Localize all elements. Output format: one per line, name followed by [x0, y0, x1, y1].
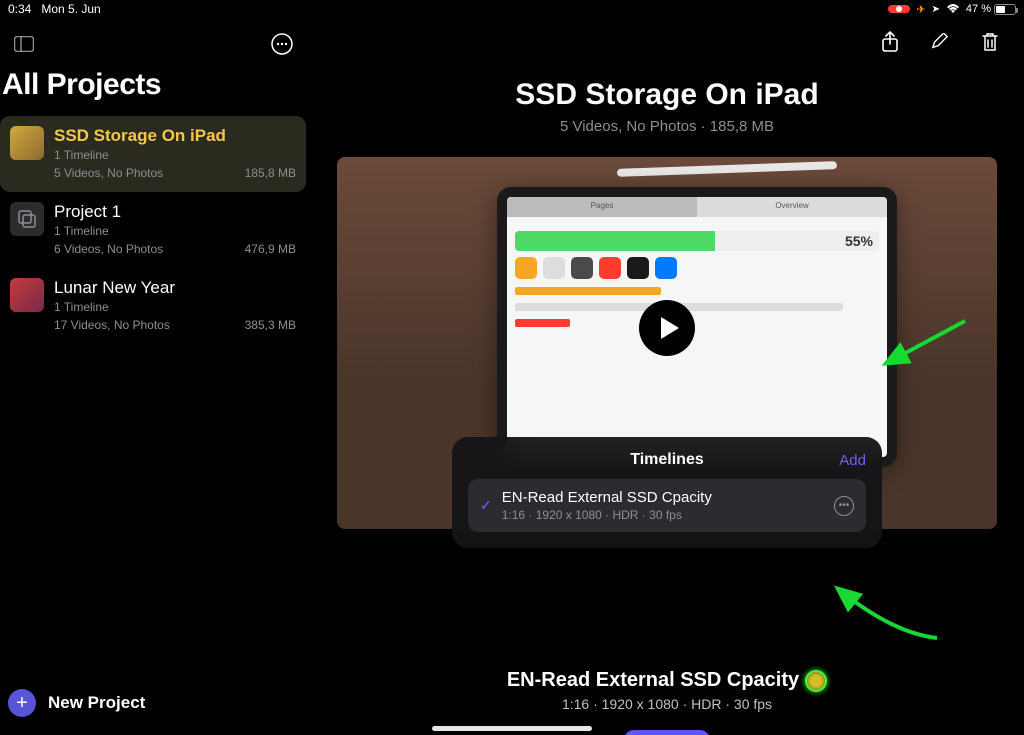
- sidebar: All Projects SSD Storage On iPad 1 Timel…: [0, 18, 310, 735]
- timeline-item[interactable]: ✓ EN-Read External SSD Cpacity 1:16 · 19…: [468, 479, 866, 532]
- timelines-panel: Timelines Add ✓ EN-Read External SSD Cpa…: [452, 437, 882, 548]
- timeline-more-icon[interactable]: •••: [834, 496, 854, 516]
- share-icon[interactable]: [876, 28, 904, 56]
- project-item-lunar[interactable]: Lunar New Year 1 Timeline 17 Videos, No …: [0, 268, 306, 344]
- more-icon[interactable]: [268, 30, 296, 58]
- ipad-mockup: Pages Overview 55%: [497, 187, 897, 467]
- project-timeline-count: 1 Timeline: [54, 298, 296, 316]
- project-title: Lunar New Year: [54, 278, 296, 298]
- sidebar-toggle-icon[interactable]: [10, 30, 38, 58]
- battery-icon: [994, 4, 1016, 15]
- project-title: Project 1: [54, 202, 296, 222]
- sidebar-title: All Projects: [0, 62, 306, 116]
- status-time: 0:34: [8, 2, 31, 16]
- wifi-icon: [946, 4, 960, 14]
- timeline-name: EN-Read External SSD Cpacity: [502, 489, 824, 506]
- project-timeline-count: 1 Timeline: [54, 222, 296, 240]
- clip-title: EN-Read External SSD Cpacity: [507, 669, 799, 692]
- project-thumbnail: [10, 278, 44, 312]
- project-title: SSD Storage On iPad: [54, 126, 296, 146]
- page-subtitle: 5 Videos, No Photos · 185,8 MB: [324, 118, 1010, 135]
- check-icon: ✓: [480, 497, 492, 514]
- arrow-icon: ➤: [932, 4, 940, 15]
- project-size: 476,9 MB: [245, 240, 296, 258]
- clip-meta: 1:16 · 1920 x 1080 · HDR · 30 fps: [324, 696, 1010, 712]
- project-size: 185,8 MB: [245, 164, 296, 182]
- annotation-arrow-2: [822, 578, 942, 648]
- project-size: 385,3 MB: [245, 316, 296, 334]
- trash-icon[interactable]: [976, 28, 1004, 56]
- airplane-mode-icon: ✈: [916, 3, 925, 16]
- timelines-heading: Timelines: [468, 451, 866, 469]
- project-media-count: 5 Videos, No Photos: [54, 164, 163, 182]
- add-timeline-button[interactable]: Add: [839, 452, 866, 469]
- project-item-ssd[interactable]: SSD Storage On iPad 1 Timeline 5 Videos,…: [0, 116, 306, 192]
- play-icon: [661, 317, 679, 339]
- new-project-label: New Project: [48, 693, 145, 713]
- project-thumbnail: [10, 202, 44, 236]
- battery-percent: 47 %: [966, 3, 991, 15]
- highlight-marker: [805, 670, 827, 692]
- edit-pencil-icon[interactable]: [926, 28, 954, 56]
- new-project-button[interactable]: + New Project: [0, 679, 306, 727]
- project-timeline-count: 1 Timeline: [54, 146, 296, 164]
- home-indicator[interactable]: [432, 726, 592, 731]
- project-thumbnail: [10, 126, 44, 160]
- status-date: Mon 5. Jun: [41, 2, 100, 16]
- plus-icon: +: [8, 689, 36, 717]
- edit-button[interactable]: Edit: [624, 730, 710, 735]
- main-panel: SSD Storage On iPad 5 Videos, No Photos …: [310, 18, 1024, 735]
- play-button[interactable]: [639, 300, 695, 356]
- project-media-count: 17 Videos, No Photos: [54, 316, 170, 334]
- project-media-count: 6 Videos, No Photos: [54, 240, 163, 258]
- screen-record-indicator[interactable]: [888, 5, 910, 13]
- status-bar: 0:34 Mon 5. Jun ✈ ➤ 47 %: [0, 0, 1024, 18]
- timeline-meta: 1:16 · 1920 x 1080 · HDR · 30 fps: [502, 508, 824, 522]
- apple-pencil: [617, 161, 837, 177]
- project-item-project1[interactable]: Project 1 1 Timeline 6 Videos, No Photos…: [0, 192, 306, 268]
- page-title: SSD Storage On iPad: [324, 78, 1010, 112]
